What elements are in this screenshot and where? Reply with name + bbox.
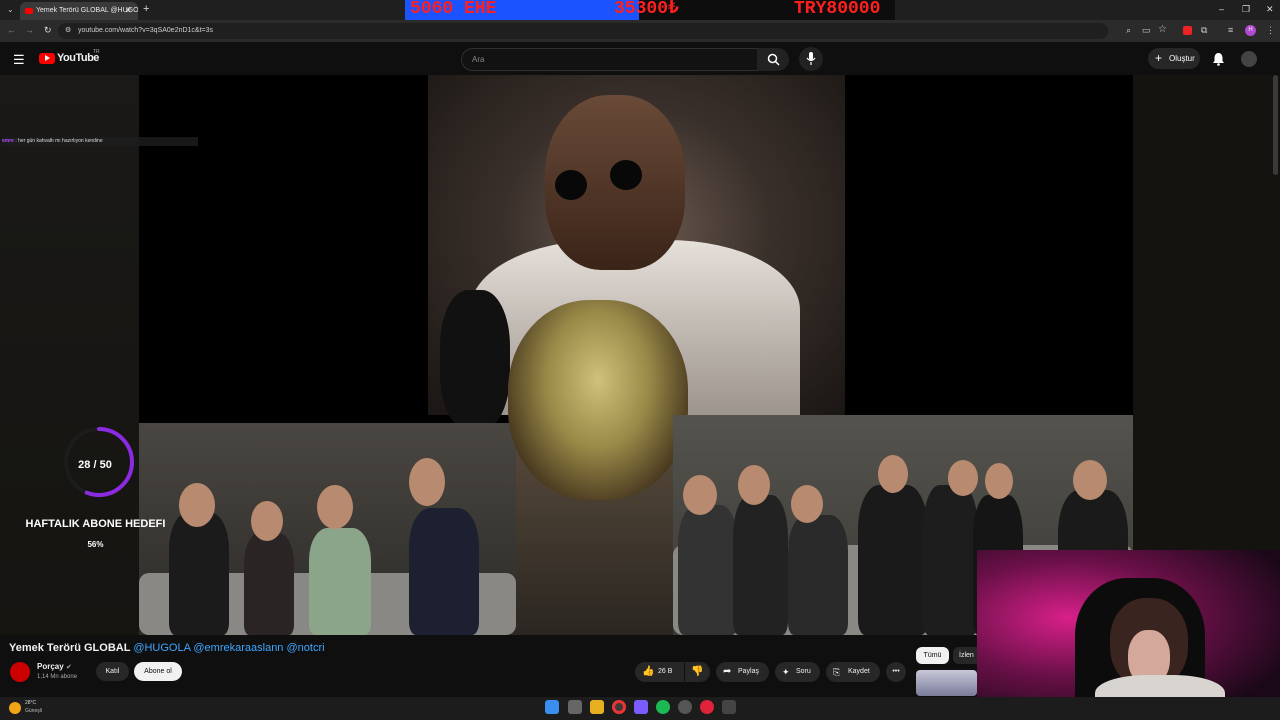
bookmark-icon: ⎘ — [833, 667, 841, 677]
browser-tab[interactable]: Yemek Terörü GLOBAL @HUGO... ✕ — [20, 2, 138, 20]
browser-menu-icon[interactable]: ⋮ — [1266, 25, 1275, 36]
reload-icon[interactable]: ↻ — [44, 25, 52, 36]
create-button[interactable]: + Oluştur — [1148, 48, 1200, 69]
window-close-icon[interactable]: ✕ — [1266, 4, 1274, 15]
extensions-puzzle-icon[interactable]: ⧉ — [1201, 25, 1207, 36]
verified-check-icon: ✔ — [66, 664, 72, 671]
chip-watched[interactable]: İzlen — [953, 647, 977, 664]
spotify-icon[interactable] — [656, 700, 670, 714]
search-button[interactable] — [757, 48, 789, 71]
weather-temperature[interactable]: 28°C — [25, 700, 36, 706]
share-label: Paylaş — [738, 668, 760, 675]
voice-search-button[interactable] — [799, 47, 823, 71]
thumbs-down-icon: 👎 — [691, 666, 704, 677]
search-icon — [767, 53, 780, 66]
back-icon[interactable]: ← — [7, 25, 16, 35]
site-info-icon[interactable]: ⚙ — [65, 23, 71, 39]
youtube-logo-icon[interactable] — [39, 53, 55, 64]
discord-icon[interactable] — [634, 700, 648, 714]
chip-all[interactable]: Tümü — [916, 647, 949, 664]
recommended-video-thumbnail[interactable] — [916, 670, 977, 696]
microphone-icon — [806, 52, 816, 65]
ask-label: Soru — [796, 668, 811, 675]
cheeseburger-image — [508, 300, 688, 500]
minimize-icon[interactable]: – — [1219, 4, 1224, 14]
search-input[interactable]: Ara — [461, 48, 759, 71]
sparkle-icon: ✦ — [782, 667, 790, 677]
start-windows-icon[interactable] — [545, 700, 559, 714]
profile-avatar[interactable]: H — [1245, 25, 1256, 36]
youtube-favicon-icon — [25, 8, 33, 14]
video-title-mentions[interactable]: @HUGOLA @emrekaraaslann @notcri — [133, 642, 324, 654]
black-glove — [440, 290, 510, 430]
chrome-icon[interactable] — [612, 700, 626, 714]
player-left-backdrop — [0, 75, 139, 635]
new-tab-button[interactable]: + — [143, 3, 149, 15]
hamburger-menu-icon[interactable]: ☰ — [13, 52, 25, 68]
notifications-bell-icon[interactable] — [1212, 52, 1225, 66]
app-icon[interactable] — [722, 700, 736, 714]
ask-button[interactable]: ✦ Soru — [775, 662, 820, 682]
cast-icon[interactable]: ▭ — [1142, 25, 1151, 36]
search-placeholder: Ara — [472, 55, 485, 64]
save-label: Kaydet — [848, 668, 870, 675]
chat-message: emre : her gün kahvaltı mı hazırlıyon ke… — [2, 137, 198, 146]
file-explorer-icon[interactable] — [590, 700, 604, 714]
chat-username: emre — [2, 138, 14, 144]
create-label: Oluştur — [1169, 54, 1195, 63]
sunglasses-left — [555, 170, 587, 200]
task-view-icon[interactable] — [568, 700, 582, 714]
forward-icon[interactable]: → — [25, 25, 34, 35]
tab-menu-chevron-icon[interactable]: ⌄ — [7, 5, 14, 14]
video-frame-group-left — [139, 423, 516, 635]
chat-text: her gün kahvaltı mı hazırlıyon kendine — [18, 138, 103, 144]
banner-left-text: 5060 EHE — [410, 0, 497, 19]
subscribe-button[interactable]: Abone ol — [134, 662, 182, 681]
like-button[interactable]: 👍 26 B — [635, 662, 684, 682]
sunglasses-right — [610, 160, 642, 190]
user-avatar[interactable] — [1241, 51, 1257, 67]
url-bar[interactable]: ⚙ youtube.com/watch?v=3qSA0e2nD1c&t=3s — [58, 23, 1108, 39]
save-button[interactable]: ⎘ Kaydet — [826, 662, 880, 682]
share-arrow-icon: ➦ — [723, 666, 732, 677]
close-tab-icon[interactable]: ✕ — [125, 2, 132, 20]
weather-description[interactable]: Güneşli — [25, 708, 42, 714]
goal-counter: 28 / 50 — [78, 459, 112, 471]
region-code: TR — [93, 49, 100, 55]
channel-name[interactable]: Porçay — [37, 662, 64, 671]
dislike-button[interactable]: 👎 — [685, 662, 710, 682]
goal-percent: 56% — [87, 540, 104, 549]
goal-title: HAFTALIK ABONE HEDEFI — [25, 518, 166, 530]
join-button[interactable]: Katıl — [96, 662, 129, 681]
like-count: 26 B — [658, 668, 673, 675]
channel-subscribers: 1,14 Mn abone — [37, 674, 78, 680]
thumbs-up-icon: 👍 — [642, 666, 655, 677]
video-title-main: Yemek Terörü GLOBAL — [9, 642, 131, 654]
opera-icon[interactable] — [700, 700, 714, 714]
zoom-icon[interactable]: ⌕ — [1126, 25, 1131, 36]
settings-gear-icon[interactable] — [678, 700, 692, 714]
maximize-icon[interactable]: ❐ — [1242, 4, 1250, 15]
page-scrollbar[interactable] — [1273, 75, 1278, 175]
banner-mid-text: 35300₺ — [614, 0, 679, 19]
tab-title: Yemek Terörü GLOBAL @HUGO... — [36, 7, 138, 14]
banner-right-text: TRY80000 — [794, 0, 881, 19]
url-text: youtube.com/watch?v=3qSA0e2nD1c&t=3s — [78, 27, 214, 34]
extension-icon[interactable] — [1183, 26, 1192, 35]
sun-icon[interactable] — [9, 702, 21, 714]
more-actions-icon[interactable]: ••• — [886, 662, 906, 682]
video-title: Yemek Terörü GLOBAL @HUGOLA @emrekaraasl… — [9, 642, 325, 654]
bookmark-star-icon[interactable]: ☆ — [1158, 24, 1167, 35]
share-button[interactable]: ➦ Paylaş — [716, 662, 769, 682]
plus-icon: + — [1155, 51, 1163, 65]
media-control-icon[interactable]: ≡ — [1228, 25, 1233, 35]
channel-avatar[interactable] — [10, 662, 30, 682]
player-right-backdrop — [1133, 75, 1280, 550]
